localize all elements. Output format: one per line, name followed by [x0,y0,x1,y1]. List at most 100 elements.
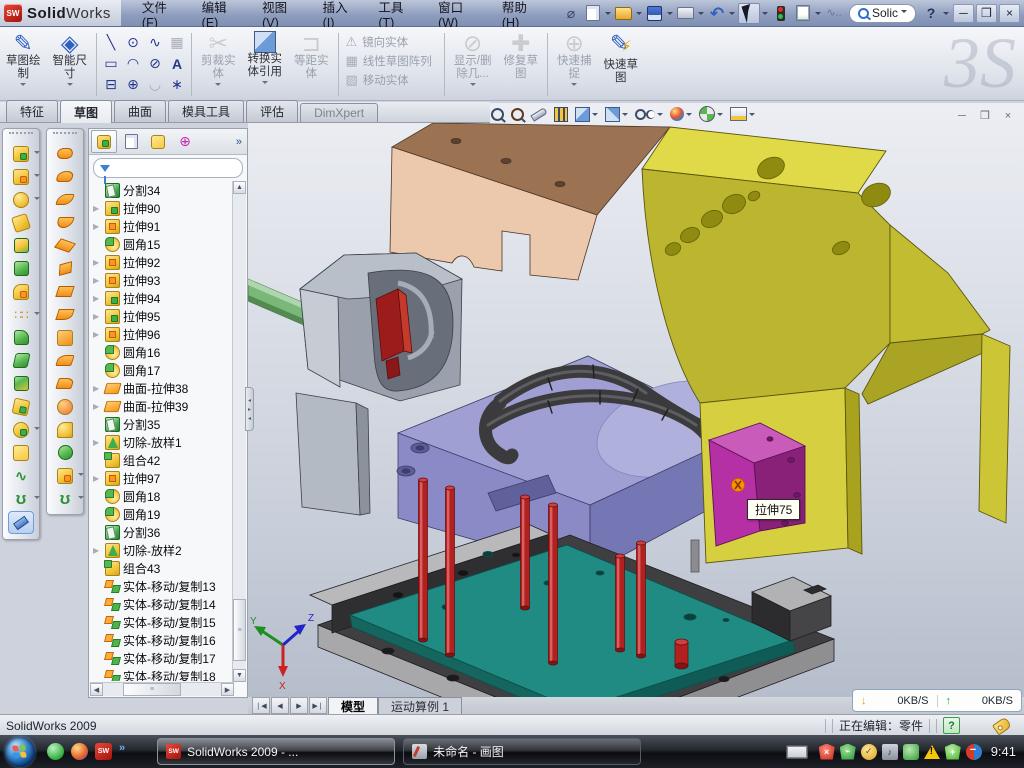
volume-tray-icon[interactable]: ♪ [882,744,898,760]
rectangle-tool-icon[interactable]: ▭ [104,55,117,72]
tree-item[interactable]: ▶圆角16 [90,343,233,361]
security-shield-tray-icon[interactable]: ⌁ [840,744,856,760]
repair-sketch-button[interactable]: ✚ 修复草 图 [498,29,545,100]
mid-surface-icon[interactable] [53,442,77,463]
sketch-button[interactable]: ✎ 草图绘 制 [0,29,47,100]
new-document-icon[interactable] [583,4,603,23]
network-warning-tray-icon[interactable] [924,745,940,759]
rib-icon[interactable] [9,327,33,348]
taskbar-item-solidworks[interactable]: SW SolidWorks 2009 - ... [157,738,395,765]
print-icon[interactable] [676,4,696,23]
extrude-cut-icon[interactable] [9,166,33,187]
sync-blocked-tray-icon[interactable] [966,744,982,760]
toolbar-drag-handle[interactable] [9,132,33,140]
tab-mold-tools[interactable]: 模具工具 [168,100,244,122]
scene-icon[interactable] [699,106,723,122]
tree-item[interactable]: ▶组合43 [90,559,233,577]
pin-toolbar-icon[interactable]: ⌀ [561,4,581,23]
network-speed-widget[interactable]: ↓0KB/S ↑0KB/S [852,689,1022,712]
lofted-boss-icon[interactable] [9,235,33,256]
save-dropdown[interactable] [667,12,673,18]
open-icon[interactable] [614,4,634,23]
swept-boss-icon[interactable] [9,212,33,233]
expand-arrow-icon[interactable]: ▶ [93,384,102,393]
tree-item[interactable]: ▶实体-移动/复制15 [90,613,233,631]
doc-close-button[interactable]: × [998,108,1018,123]
tree-item[interactable]: ▶曲面-拉伸39 [90,397,233,415]
tab-evaluate[interactable]: 评估 [246,100,298,122]
tree-item[interactable]: ▶拉伸97 [90,469,233,487]
expand-arrow-icon[interactable]: ▶ [93,294,102,303]
point-tool-icon[interactable]: ∗ [171,76,183,93]
search-box[interactable]: Solic [849,4,916,23]
quick-snaps-button[interactable]: ⊕ 快速捕 捉 [551,29,598,100]
tree-horizontal-scrollbar[interactable]: ◀ ≡ ▶ [90,682,234,696]
search-dropdown[interactable] [901,10,907,16]
status-help-icon[interactable]: ? [943,717,960,734]
text-tool-icon[interactable]: A [172,56,182,72]
next-tab-button[interactable]: ▶ [290,697,308,714]
freeform-icon[interactable]: ʊ [53,488,77,509]
wrap-icon[interactable] [9,396,33,417]
tree-vertical-scrollbar[interactable]: ▲ ≡ ▼ [232,181,246,682]
help-icon[interactable]: ? [921,4,941,23]
tree-item[interactable]: ▶圆角18 [90,487,233,505]
tree-item[interactable]: ▶拉伸95 [90,307,233,325]
spline-tool-icon[interactable]: ∿ [149,34,161,51]
tree-item[interactable]: ▶实体-移动/复制17 [90,649,233,667]
messenger-quicklaunch-icon[interactable] [47,743,64,760]
camera-view-icon[interactable] [730,107,755,121]
surface-boundary-icon[interactable] [53,212,77,233]
taskbar-clock[interactable]: 9:41 [991,744,1016,759]
part-top-clamp-plate[interactable] [390,123,670,280]
voice-icon[interactable]: ∿.. [824,4,844,23]
save-icon[interactable] [645,4,665,23]
expand-arrow-icon[interactable]: ▶ [93,276,102,285]
defender-shield-tray-icon[interactable]: + [945,744,961,760]
first-tab-button[interactable]: ❘◀ [252,697,270,714]
shell-icon[interactable] [9,373,33,394]
tree-item[interactable]: ▶实体-移动/复制16 [90,631,233,649]
sketch-fillet-icon[interactable]: ◡ [149,76,161,93]
tab-surfaces[interactable]: 曲面 [114,100,166,122]
quicklaunch-overflow-chevron[interactable]: » [119,742,125,754]
tree-filter-box[interactable] [93,158,243,178]
browser-quicklaunch-icon[interactable] [71,743,88,760]
section-view-icon[interactable] [531,111,547,118]
tree-item[interactable]: ▶拉伸93 [90,271,233,289]
expand-arrow-icon[interactable]: ▶ [93,474,102,483]
expand-arrow-icon[interactable]: ▶ [93,204,102,213]
toolbar-drag-handle[interactable] [53,132,77,140]
boundary-boss-icon[interactable] [9,258,33,279]
print-dropdown[interactable] [698,12,704,18]
tree-item[interactable]: ▶拉伸96 [90,325,233,343]
model-tab[interactable]: 模型 [328,697,378,714]
antivirus-alert-tray-icon[interactable]: × [819,744,835,760]
tree-item[interactable]: ▶拉伸91 [90,217,233,235]
tree-item[interactable]: ▶分割36 [90,523,233,541]
tab-sketch[interactable]: 草图 [60,100,112,123]
scroll-up-button[interactable]: ▲ [233,181,246,194]
options-dropdown[interactable] [815,12,821,18]
tree-item[interactable]: ▶分割35 [90,415,233,433]
delete-body-icon[interactable] [9,442,33,463]
start-button[interactable] [5,737,35,767]
fillet-surface-icon[interactable] [53,419,77,440]
expand-arrow-icon[interactable]: ▶ [93,546,102,555]
tree-item[interactable]: ▶切除-放样1 [90,433,233,451]
connection-tray-icon[interactable] [903,744,919,760]
panel-overflow-chevron[interactable]: » [236,136,245,148]
tree-item[interactable]: ▶实体-移动/复制13 [90,577,233,595]
helix-icon[interactable]: ʊ [9,488,33,509]
scroll-down-button[interactable]: ▼ [233,669,246,682]
measure-tool-button[interactable] [8,511,34,534]
model-canvas[interactable]: Y Z X [248,103,1024,697]
tree-item[interactable]: ▶曲面-拉伸38 [90,379,233,397]
tree-item[interactable]: ▶拉伸94 [90,289,233,307]
surface-knit-icon[interactable] [53,327,77,348]
surface-planar-icon[interactable] [53,281,77,302]
minimize-button[interactable]: ─ [953,4,974,23]
mirror-entities-button[interactable]: ⚠镜向实体 [346,34,437,50]
scroll-left-button[interactable]: ◀ [90,683,103,696]
tree-item[interactable]: ▶分割34 [90,181,233,199]
